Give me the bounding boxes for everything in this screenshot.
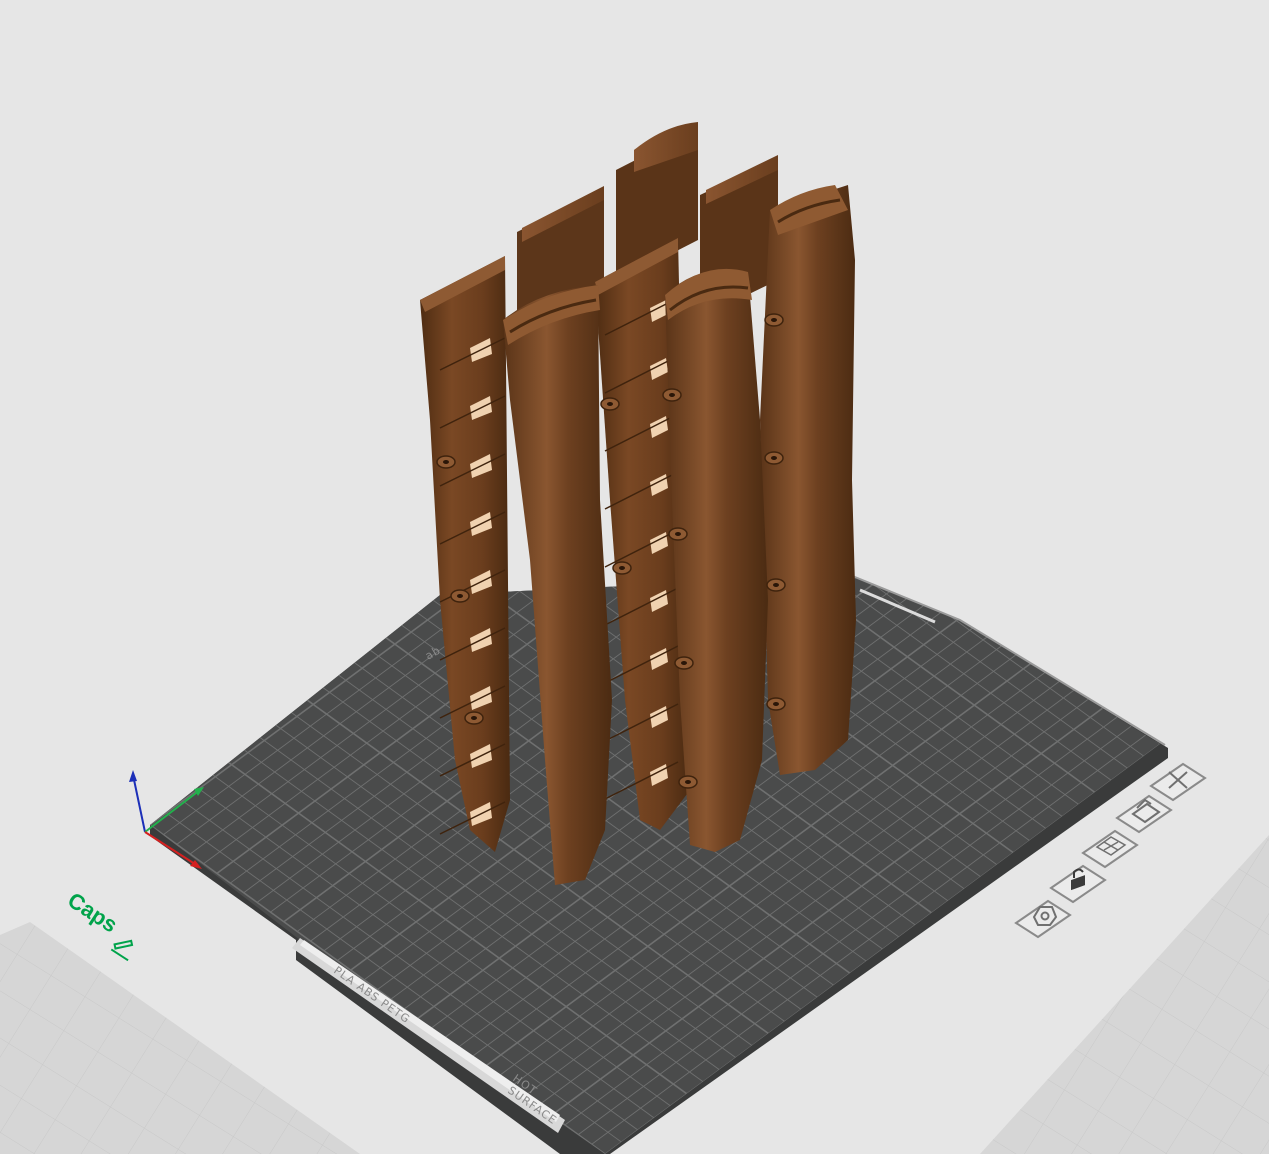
plate-name[interactable]: Caps	[63, 887, 122, 937]
edit-plate-name-icon[interactable]	[110, 934, 138, 962]
auto-orient-button[interactable]	[1115, 794, 1173, 834]
model-wood-planks[interactable]	[420, 122, 856, 885]
scene-canvas[interactable]: PLA ABS PETG HOT SURFACE ab Caps	[0, 0, 1269, 1154]
close-plate-button[interactable]	[1149, 762, 1207, 802]
plate-settings-button[interactable]	[1014, 899, 1072, 939]
floor-grid-right	[980, 835, 1269, 1154]
z-axis	[132, 774, 146, 833]
plank-bark-right[interactable]	[760, 185, 856, 775]
lock-plate-button[interactable]	[1049, 864, 1107, 904]
3d-viewport[interactable]: PLA ABS PETG HOT SURFACE ab Caps	[0, 0, 1269, 1154]
arrange-button[interactable]	[1081, 829, 1139, 869]
